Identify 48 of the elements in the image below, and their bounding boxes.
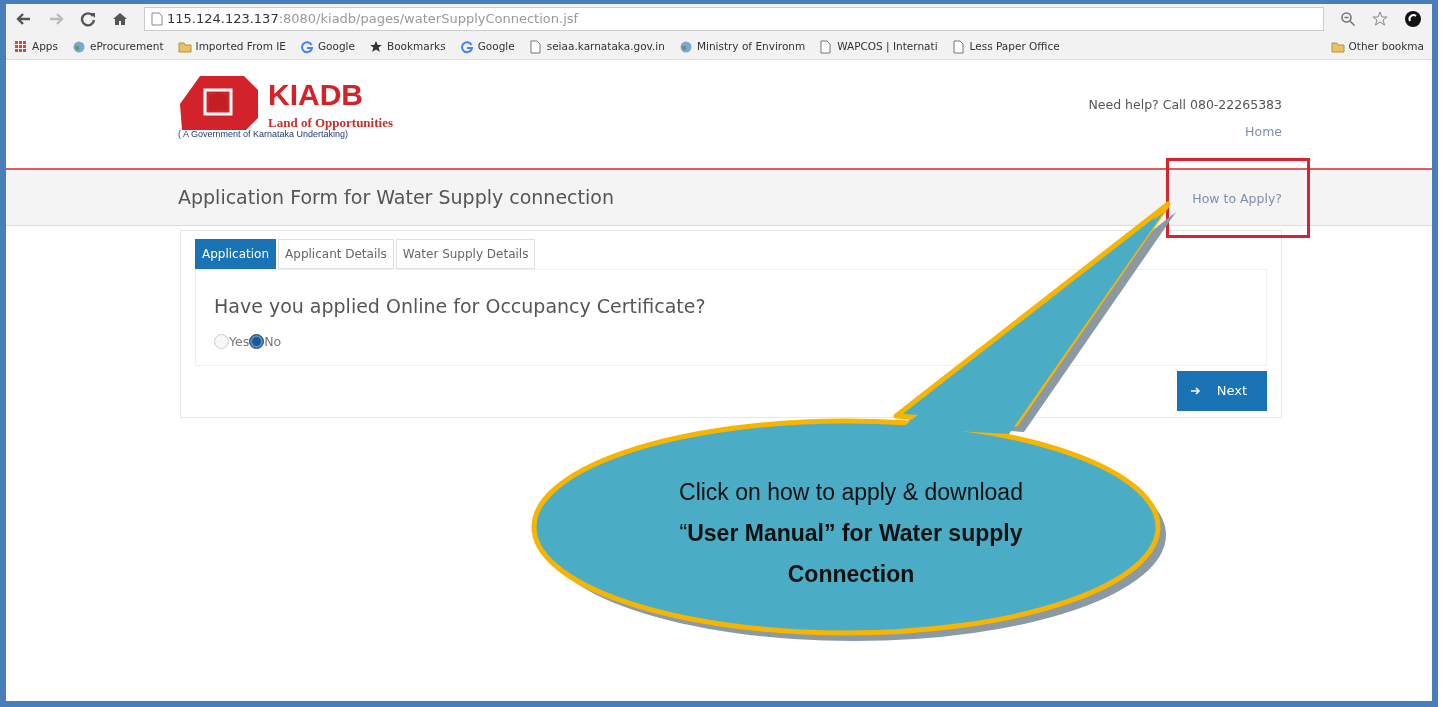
radio-label: No [264, 332, 282, 351]
google-icon [299, 39, 314, 54]
page-title: Application Form for Water Supply connection [178, 185, 614, 211]
bookmark-link[interactable]: seiaa.karnataka.gov.in [546, 38, 665, 55]
home-icon[interactable] [112, 11, 128, 27]
reload-icon[interactable] [80, 11, 96, 27]
radio-button[interactable] [249, 334, 265, 350]
bookmark-link[interactable]: Imported From IE [195, 38, 286, 55]
logo-tagline: Land of Opportunities [268, 116, 393, 130]
apps-icon [14, 39, 28, 54]
page-icon [528, 39, 543, 54]
tab[interactable]: Application [195, 239, 277, 269]
folder-icon [1330, 39, 1345, 54]
radio-label: Yes [229, 332, 250, 351]
zoom-icon[interactable] [1340, 11, 1356, 27]
bookmark-link[interactable]: Bookmarks [387, 38, 446, 55]
page-icon [951, 39, 966, 54]
page-icon [151, 12, 163, 26]
logo-subtitle: ( A Government of Karnataka Undertaking) [178, 129, 349, 140]
logo-title: KIADB [268, 80, 364, 110]
google-icon [459, 39, 474, 54]
bookmark-link[interactable]: Google [477, 38, 515, 55]
bookmark-link[interactable]: Other bookma [1348, 38, 1424, 55]
url-text: :8080/kiadb/pages/waterSupplyConnection.jsf [278, 11, 579, 26]
question-text: Have you applied Online for Occupancy Certificate? [214, 294, 707, 319]
back-icon[interactable] [16, 11, 32, 27]
bookmark-link[interactable]: WAPCOS | Internati [837, 38, 938, 55]
globe-icon [72, 39, 86, 54]
logo-icon [178, 74, 260, 132]
url-text: 115.124.123.137 [167, 11, 279, 26]
folder-icon [177, 39, 192, 54]
star-icon [369, 39, 383, 54]
address-bar[interactable]: 115.124.123.137:8080/kiadb/pages/waterSupplyConnection.jsf [144, 7, 1324, 31]
bookmark-link[interactable]: Apps [32, 38, 58, 55]
help-text: Need help? Call 080-22265383 [1088, 96, 1282, 114]
page-icon [819, 39, 834, 54]
callout-text: Click on how to apply & download “User Manual” for Water supply Connection [678, 478, 1024, 589]
bookmark-link[interactable]: Google [317, 38, 355, 55]
next-button[interactable]: Next [1176, 371, 1267, 411]
tab[interactable]: Applicant Details [278, 239, 394, 269]
bookmark-link[interactable]: Ministry of Environm [696, 38, 806, 55]
tab[interactable]: Water Supply Details [395, 239, 536, 269]
extension-icon[interactable] [1404, 10, 1422, 28]
star-icon[interactable] [1372, 11, 1388, 27]
bookmark-link[interactable]: eProcurement [90, 38, 164, 55]
bookmark-link[interactable]: Less Paper Office [969, 38, 1060, 55]
arrow-icon [1190, 386, 1201, 396]
globe-icon [678, 39, 693, 54]
